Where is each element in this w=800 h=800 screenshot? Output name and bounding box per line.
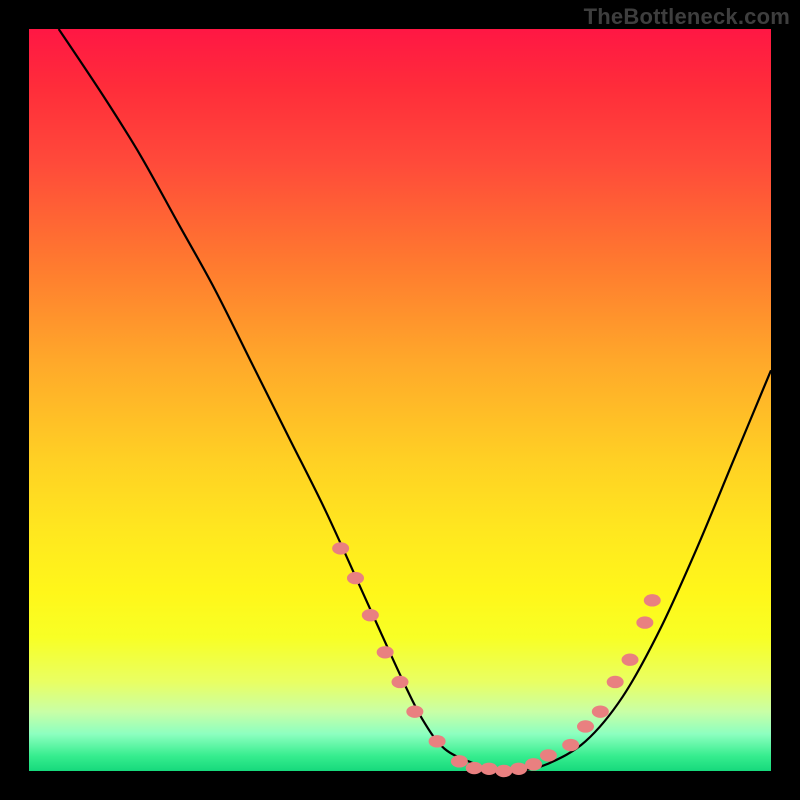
curve-marker — [644, 594, 661, 606]
curve-marker — [466, 762, 483, 774]
curve-marker — [406, 705, 423, 717]
curve-marker — [577, 720, 594, 732]
chart-frame: TheBottleneck.com — [0, 0, 800, 800]
curve-marker — [495, 765, 512, 777]
curve-marker — [510, 763, 527, 775]
curve-marker — [392, 676, 409, 688]
curve-marker — [592, 705, 609, 717]
plot-area — [29, 29, 771, 771]
curve-marker — [362, 609, 379, 621]
curve-marker — [562, 739, 579, 751]
curve-marker — [377, 646, 394, 658]
curve-marker — [636, 616, 653, 628]
watermark-label: TheBottleneck.com — [584, 4, 790, 30]
curve-marker — [540, 749, 557, 761]
curve-marker — [332, 542, 349, 554]
marker-group — [332, 542, 661, 777]
curve-marker — [622, 654, 639, 666]
curve-marker — [607, 676, 624, 688]
curve-marker — [429, 735, 446, 747]
curve-marker — [451, 755, 468, 767]
curve-marker — [481, 763, 498, 775]
chart-svg — [29, 29, 771, 771]
curve-marker — [347, 572, 364, 584]
bottleneck-curve — [59, 29, 771, 772]
curve-marker — [525, 758, 542, 770]
